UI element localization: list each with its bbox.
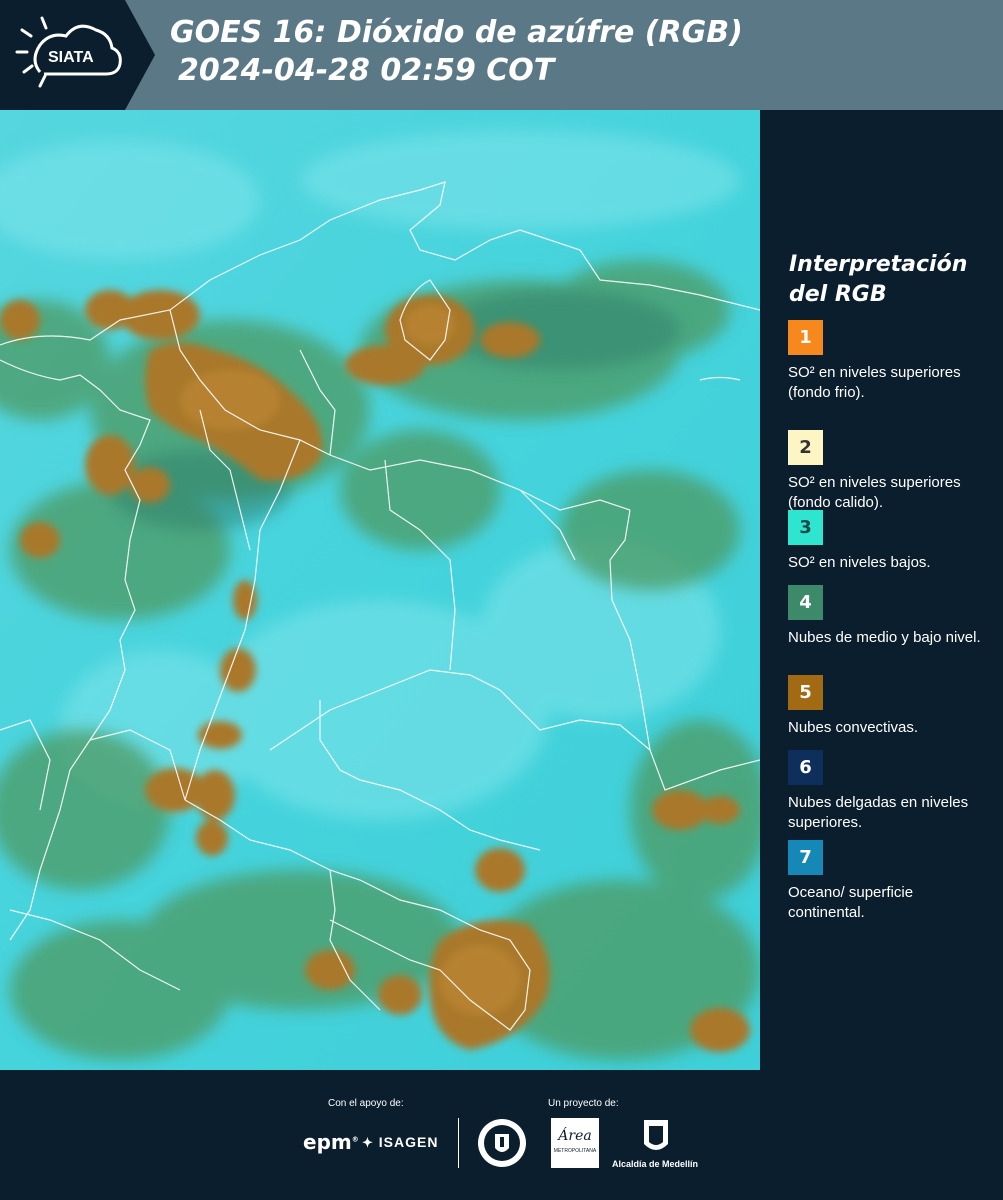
title-line-2: 2024-04-28 02:59 COT	[178, 53, 555, 88]
legend-title: Interpretación del RGB	[789, 250, 967, 310]
legend-item: 3 SO² en niveles bajos.	[788, 510, 993, 573]
title-line-1: GOES 16: Dióxido de azúfre (RGB)	[170, 15, 743, 50]
alcaldia-logo-text: Alcaldía de Medellín	[612, 1159, 699, 1169]
legend-label: Nubes de medio y bajo nivel.	[788, 629, 981, 646]
medellin-seal-icon	[477, 1118, 527, 1173]
footer: Con el apoyo de: Un proyecto de: epm® ✦ …	[0, 1070, 1003, 1200]
legend-swatch: 1	[788, 320, 823, 355]
legend-label: Nubes delgadas en niveles superiores.	[788, 794, 969, 831]
legend-swatch: 4	[788, 585, 823, 620]
legend-swatch: 3	[788, 510, 823, 545]
legend-item: 7 Oceano/ superficie continental.	[788, 840, 993, 923]
legend-item: 2 SO² en niveles superiores (fondo calido…	[788, 430, 993, 513]
siata-logo-text: SIATA	[48, 49, 94, 66]
area-logo-subtext: METROPOLITANA	[553, 1148, 597, 1154]
footer-divider	[458, 1118, 459, 1168]
legend-title-line-1: Interpretación	[789, 252, 968, 277]
legend-label: Oceano/ superficie continental.	[788, 884, 914, 921]
legend-swatch: 5	[788, 675, 823, 710]
legend-panel: Interpretación del RGB 1 SO² en niveles s…	[760, 110, 1003, 1070]
isagen-logo-text: ISAGEN	[378, 1134, 439, 1150]
legend-label: Nubes convectivas.	[788, 719, 919, 736]
legend-item: 1 SO² en niveles superiores (fondo frio).	[788, 320, 993, 403]
area-metropolitana-logo: Área METROPOLITANA	[551, 1118, 599, 1168]
epm-logo-text: epm	[303, 1130, 352, 1154]
legend-swatch: 7	[788, 840, 823, 875]
project-label: Un proyecto de:	[548, 1098, 619, 1109]
legend-item: 5 Nubes convectivas.	[788, 675, 993, 738]
area-logo-text: Área	[558, 1128, 592, 1144]
legend-label: SO² en niveles superiores (fondo calido)…	[788, 474, 961, 511]
isagen-logo: ✦ ISAGEN	[362, 1134, 438, 1151]
isagen-mark-icon: ✦	[362, 1135, 374, 1150]
legend-title-line-2: del RGB	[789, 282, 887, 307]
legend-label: SO² en niveles superiores (fondo frio).	[788, 364, 961, 401]
epm-logo: epm®	[303, 1130, 359, 1154]
legend-item: 6 Nubes delgadas en niveles superiores.	[788, 750, 993, 833]
legend-item: 4 Nubes de medio y bajo nivel.	[788, 585, 993, 648]
legend-swatch: 6	[788, 750, 823, 785]
legend-swatch: 2	[788, 430, 823, 465]
page-title: GOES 16: Dióxido de azúfre (RGB) 2024-04…	[170, 14, 743, 90]
support-label: Con el apoyo de:	[328, 1098, 404, 1109]
alcaldia-shield-icon	[642, 1118, 670, 1161]
siata-logo: SIATA	[0, 0, 155, 110]
legend-label: SO² en niveles bajos.	[788, 554, 931, 571]
header-bar: SIATA GOES 16: Dióxido de azúfre (RGB) 2…	[0, 0, 1003, 110]
satellite-image	[0, 110, 760, 1070]
